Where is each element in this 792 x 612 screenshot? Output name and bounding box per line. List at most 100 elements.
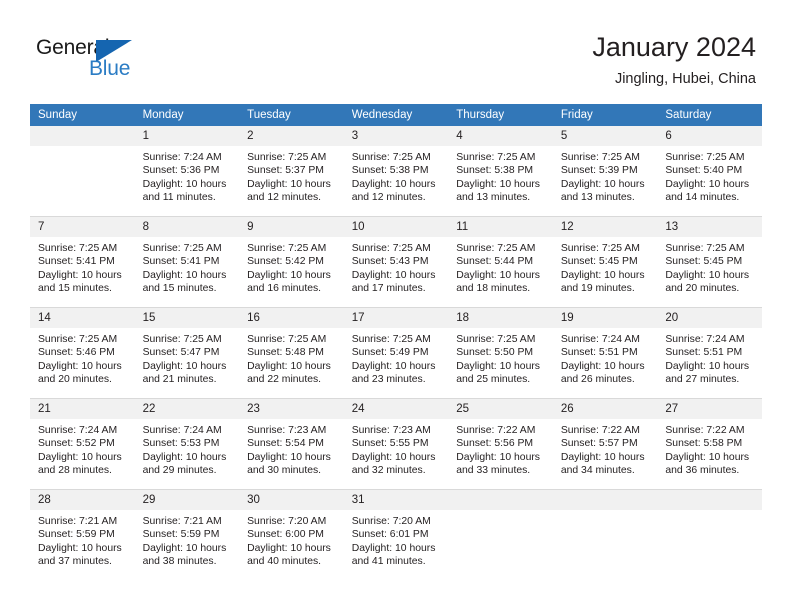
day-number: 2: [239, 126, 344, 146]
sunset-text: Sunset: 5:38 PM: [351, 165, 429, 177]
day-sun-info: Sunrise: 7:24 AM Sunset: 5:36 PM Daylight:…: [135, 146, 240, 205]
day-number: [30, 126, 135, 146]
calendar-day-cell[interactable]: 19 Sunrise: 7:24 AM Sunset: 5:51 PM Dayligh…: [552, 307, 658, 399]
calendar-day-cell[interactable]: 14 Sunrise: 7:25 AM Sunset: 5:46 PM Dayligh…: [30, 307, 135, 399]
day-cell-inner: 18 Sunrise: 7:25 AM Sunset: 5:50 PM Dayligh…: [448, 308, 553, 398]
sunset-text: Sunset: 5:36 PM: [142, 165, 220, 177]
sunrise-text: Sunrise: 7:25 AM: [456, 334, 536, 345]
day-cell-inner: 28 Sunrise: 7:21 AM Sunset: 5:59 PM Dayligh…: [30, 490, 135, 580]
day-number: [552, 490, 658, 510]
sunset-text: Sunset: 5:45 PM: [665, 256, 743, 268]
daylight-text: Daylight: 10 hours: [456, 269, 540, 281]
day-sun-info: Sunrise: 7:22 AM Sunset: 5:58 PM Daylight:…: [657, 419, 762, 478]
page-subtitle: Jingling, Hubei, China: [614, 71, 756, 87]
sunset-text: Sunset: 5:56 PM: [456, 438, 534, 450]
day-number: 15: [134, 308, 240, 328]
general-blue-logo[interactable]: General Blue: [36, 36, 166, 86]
sunset-text: Sunset: 5:51 PM: [665, 347, 743, 359]
calendar-cell-empty: [552, 489, 658, 580]
day-sun-info: Sunrise: 7:22 AM Sunset: 5:56 PM Daylight:…: [448, 419, 553, 478]
calendar-day-cell[interactable]: 20 Sunrise: 7:24 AM Sunset: 5:51 PM Dayligh…: [657, 307, 762, 399]
daylight-text: and 18 minutes.: [456, 283, 531, 295]
day-number: 1: [134, 126, 240, 146]
calendar-day-cell[interactable]: 17 Sunrise: 7:25 AM Sunset: 5:49 PM Dayligh…: [343, 307, 449, 399]
day-sun-info: Sunrise: 7:24 AM Sunset: 5:51 PM Daylight:…: [553, 328, 658, 387]
day-sun-info: Sunrise: 7:25 AM Sunset: 5:46 PM Daylight:…: [30, 328, 135, 387]
calendar-day-cell[interactable]: 2 Sunrise: 7:25 AM Sunset: 5:37 PM Daylight…: [239, 126, 344, 217]
sunrise-text: Sunrise: 7:25 AM: [665, 243, 745, 254]
sunrise-text: Sunrise: 7:25 AM: [142, 334, 222, 345]
sunrise-text: Sunrise: 7:25 AM: [560, 243, 640, 254]
calendar-day-cell[interactable]: 1 Sunrise: 7:24 AM Sunset: 5:36 PM Daylight…: [134, 126, 240, 217]
calendar-day-cell[interactable]: 6 Sunrise: 7:25 AM Sunset: 5:40 PM Daylight…: [657, 126, 762, 217]
day-cell-inner: 2 Sunrise: 7:25 AM Sunset: 5:37 PM Daylight…: [239, 126, 344, 216]
calendar-cell-empty: [30, 126, 135, 217]
day-cell-inner: 19 Sunrise: 7:24 AM Sunset: 5:51 PM Dayligh…: [552, 308, 658, 398]
daylight-text: and 23 minutes.: [351, 374, 426, 386]
calendar-day-cell[interactable]: 23 Sunrise: 7:23 AM Sunset: 5:54 PM Dayligh…: [239, 398, 344, 490]
daylight-text: Daylight: 10 hours: [560, 269, 645, 281]
day-number: 4: [448, 126, 553, 146]
daylight-text: Daylight: 10 hours: [142, 178, 227, 190]
day-sun-info: Sunrise: 7:25 AM Sunset: 5:47 PM Daylight:…: [135, 328, 240, 387]
calendar-day-cell[interactable]: 5 Sunrise: 7:25 AM Sunset: 5:39 PM Daylight…: [552, 126, 658, 217]
day-sun-info: Sunrise: 7:25 AM Sunset: 5:43 PM Daylight:…: [344, 237, 449, 296]
sunrise-text: Sunrise: 7:21 AM: [38, 516, 118, 527]
day-sun-info: Sunrise: 7:25 AM Sunset: 5:38 PM Daylight:…: [448, 146, 553, 205]
sunrise-text: Sunrise: 7:25 AM: [247, 334, 327, 345]
calendar-week-row: 28 Sunrise: 7:21 AM Sunset: 5:59 PM Dayligh…: [30, 489, 762, 580]
calendar-day-cell[interactable]: 27 Sunrise: 7:22 AM Sunset: 5:58 PM Dayligh…: [657, 398, 762, 490]
sunrise-text: Sunrise: 7:25 AM: [456, 152, 536, 163]
page-header: General Blue January 2024 Jingling, Hube…: [0, 0, 792, 100]
calendar-day-cell[interactable]: 29 Sunrise: 7:21 AM Sunset: 5:59 PM Dayligh…: [134, 489, 240, 580]
day-sun-info: Sunrise: 7:23 AM Sunset: 5:55 PM Daylight:…: [344, 419, 449, 478]
daylight-text: and 36 minutes.: [665, 465, 740, 477]
daylight-text: and 26 minutes.: [560, 374, 635, 386]
daylight-text: Daylight: 10 hours: [351, 178, 436, 190]
calendar-day-cell[interactable]: 4 Sunrise: 7:25 AM Sunset: 5:38 PM Daylight…: [448, 126, 553, 217]
day-number: 21: [30, 399, 135, 419]
day-sun-info: Sunrise: 7:25 AM Sunset: 5:45 PM Daylight:…: [553, 237, 658, 296]
calendar-day-cell[interactable]: 21 Sunrise: 7:24 AM Sunset: 5:52 PM Dayligh…: [30, 398, 135, 490]
day-sun-info: Sunrise: 7:25 AM Sunset: 5:39 PM Daylight:…: [553, 146, 658, 205]
daylight-text: Daylight: 10 hours: [247, 451, 331, 463]
calendar-day-cell[interactable]: 9 Sunrise: 7:25 AM Sunset: 5:42 PM Daylight…: [239, 216, 344, 308]
sunrise-text: Sunrise: 7:24 AM: [665, 334, 745, 345]
calendar-day-cell[interactable]: 15 Sunrise: 7:25 AM Sunset: 5:47 PM Dayligh…: [134, 307, 240, 399]
sunset-text: Sunset: 5:54 PM: [247, 438, 324, 450]
daylight-text: Daylight: 10 hours: [247, 542, 331, 554]
calendar-day-cell[interactable]: 24 Sunrise: 7:23 AM Sunset: 5:55 PM Dayligh…: [343, 398, 449, 490]
sunrise-text: Sunrise: 7:25 AM: [351, 334, 431, 345]
sunset-text: Sunset: 5:59 PM: [142, 529, 220, 541]
calendar-day-cell[interactable]: 7 Sunrise: 7:25 AM Sunset: 5:41 PM Daylight…: [30, 216, 135, 308]
day-cell-inner: 23 Sunrise: 7:23 AM Sunset: 5:54 PM Dayligh…: [239, 399, 344, 489]
day-cell-inner: 20 Sunrise: 7:24 AM Sunset: 5:51 PM Dayligh…: [657, 308, 762, 398]
daylight-text: and 15 minutes.: [142, 283, 217, 295]
daylight-text: and 13 minutes.: [456, 192, 531, 204]
calendar-day-cell[interactable]: 8 Sunrise: 7:25 AM Sunset: 5:41 PM Daylight…: [134, 216, 240, 308]
daylight-text: Daylight: 10 hours: [560, 360, 645, 372]
calendar-day-cell[interactable]: 3 Sunrise: 7:25 AM Sunset: 5:38 PM Daylight…: [343, 126, 449, 217]
calendar-day-cell[interactable]: 28 Sunrise: 7:21 AM Sunset: 5:59 PM Dayligh…: [30, 489, 135, 580]
calendar-day-cell[interactable]: 11 Sunrise: 7:25 AM Sunset: 5:44 PM Dayligh…: [448, 216, 553, 308]
day-cell-inner: 22 Sunrise: 7:24 AM Sunset: 5:53 PM Dayligh…: [134, 399, 240, 489]
sunrise-text: Sunrise: 7:24 AM: [560, 334, 640, 345]
calendar-day-cell[interactable]: 26 Sunrise: 7:22 AM Sunset: 5:57 PM Dayligh…: [552, 398, 658, 490]
day-cell-inner: 31 Sunrise: 7:20 AM Sunset: 6:01 PM Dayligh…: [343, 490, 449, 580]
calendar-day-cell[interactable]: 22 Sunrise: 7:24 AM Sunset: 5:53 PM Dayligh…: [134, 398, 240, 490]
sunset-text: Sunset: 5:42 PM: [247, 256, 324, 268]
sunset-text: Sunset: 5:46 PM: [38, 347, 115, 359]
calendar-day-cell[interactable]: 13 Sunrise: 7:25 AM Sunset: 5:45 PM Dayligh…: [657, 216, 762, 308]
calendar-day-cell[interactable]: 30 Sunrise: 7:20 AM Sunset: 6:00 PM Dayligh…: [239, 489, 344, 580]
calendar-day-cell[interactable]: 10 Sunrise: 7:25 AM Sunset: 5:43 PM Dayligh…: [343, 216, 449, 308]
calendar-day-cell[interactable]: 31 Sunrise: 7:20 AM Sunset: 6:01 PM Dayligh…: [343, 489, 449, 580]
calendar-day-cell[interactable]: 12 Sunrise: 7:25 AM Sunset: 5:45 PM Dayligh…: [552, 216, 658, 308]
calendar-day-cell[interactable]: 16 Sunrise: 7:25 AM Sunset: 5:48 PM Dayligh…: [239, 307, 344, 399]
day-sun-info: [448, 510, 553, 515]
daylight-text: and 16 minutes.: [247, 283, 322, 295]
calendar-day-cell[interactable]: 25 Sunrise: 7:22 AM Sunset: 5:56 PM Dayligh…: [448, 398, 553, 490]
calendar-day-cell[interactable]: 18 Sunrise: 7:25 AM Sunset: 5:50 PM Dayligh…: [448, 307, 553, 399]
sunrise-text: Sunrise: 7:23 AM: [247, 425, 327, 436]
daylight-text: Daylight: 10 hours: [665, 269, 750, 281]
day-sun-info: Sunrise: 7:25 AM Sunset: 5:44 PM Daylight:…: [448, 237, 553, 296]
